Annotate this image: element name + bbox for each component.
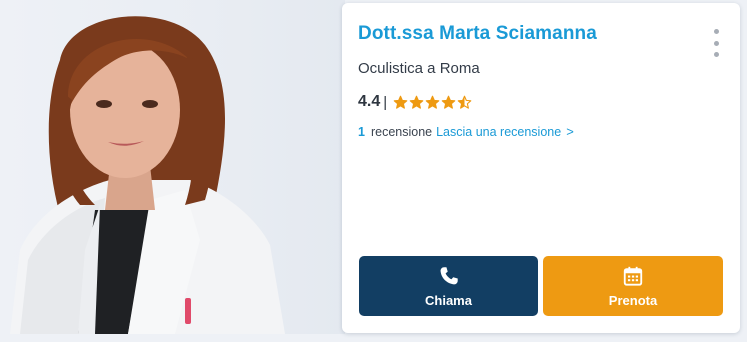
star-filled-icon [425, 95, 440, 109]
profile-card: Dott.ssa Marta Sciamanna Oculistica a Ro… [342, 3, 740, 333]
rating-separator: | [383, 93, 388, 111]
call-label: Chiama [425, 292, 472, 308]
doctor-photo [0, 0, 345, 334]
rating: 4.4 | [358, 91, 472, 113]
doctor-name[interactable]: Dott.ssa Marta Sciamanna [358, 23, 597, 45]
rating-stars [393, 95, 472, 110]
more-vertical-icon[interactable] [712, 29, 720, 57]
review-count: 1 [358, 124, 365, 139]
doctor-profile-header: Dott.ssa Marta Sciamanna Oculistica a Ro… [0, 0, 747, 342]
menu-dot [713, 40, 719, 46]
star-filled-icon [441, 95, 456, 109]
book-button[interactable]: Prenota [543, 256, 723, 316]
book-label: Prenota [608, 292, 658, 308]
doctor-specialty: Oculistica a Roma [358, 60, 480, 77]
review-label: recensione [370, 124, 433, 139]
menu-dot [713, 29, 719, 34]
star-filled-icon [393, 95, 408, 109]
leave-review-link[interactable]: Lascia una recensione > [436, 124, 574, 139]
rating-value: 4.4 [358, 93, 381, 110]
phone-icon [440, 266, 458, 284]
menu-dot [713, 52, 719, 57]
star-half-icon [457, 95, 472, 109]
chevron-right-icon: > [566, 124, 574, 139]
call-button[interactable]: Chiama [359, 256, 538, 316]
star-filled-icon [409, 95, 424, 109]
review-row: 1 recensione Lascia una recensione > [358, 124, 574, 139]
leave-review-label: Lascia una recensione [436, 124, 562, 139]
calendar-icon [623, 266, 643, 286]
